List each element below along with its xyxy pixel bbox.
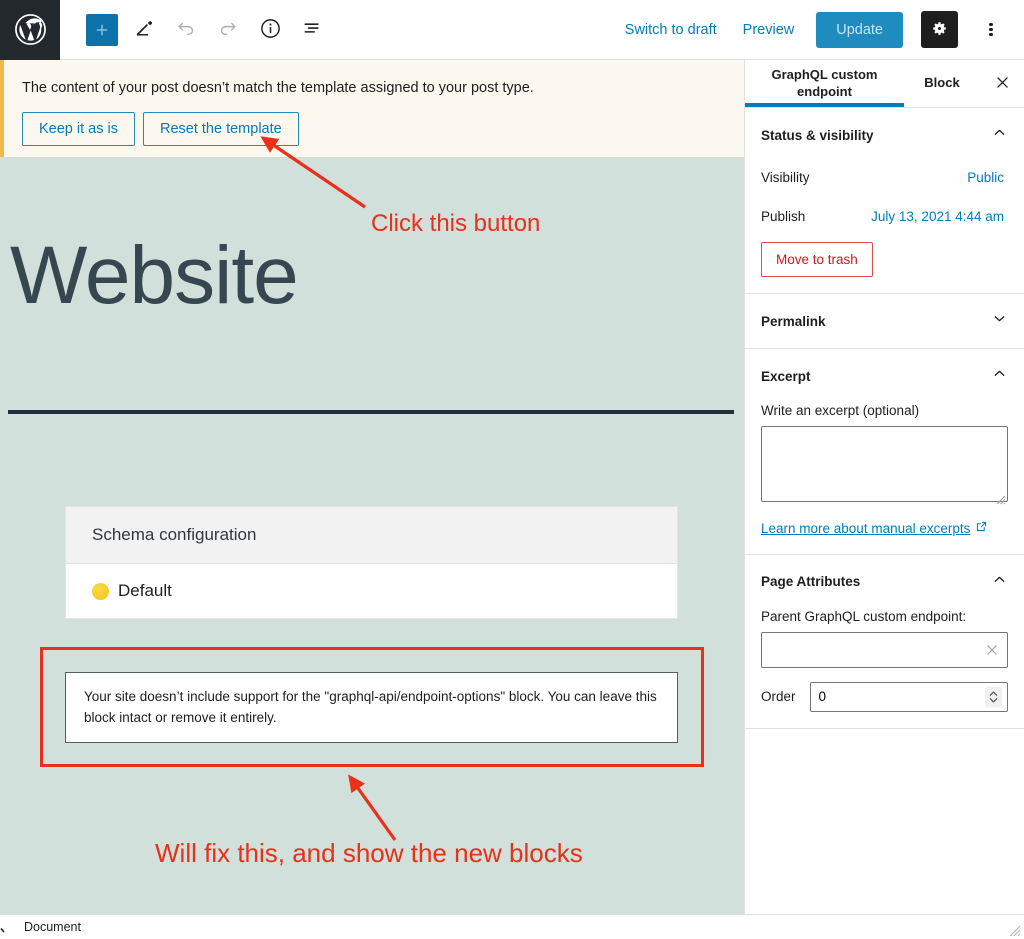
schema-configuration-body: Default	[66, 564, 677, 618]
panel-excerpt-title: Excerpt	[761, 368, 811, 384]
panel-excerpt-body: Write an excerpt (optional) Learn more a…	[745, 403, 1024, 554]
tab-graphql-custom-endpoint[interactable]: GraphQL custom endpoint	[745, 60, 904, 107]
tab-block[interactable]: Block	[904, 60, 980, 107]
publish-row: Publish July 13, 2021 4:44 am	[761, 201, 1008, 240]
editor-toolbar: Switch to draft Preview Update	[0, 0, 1024, 60]
order-row: Order	[761, 681, 1008, 712]
move-to-trash-button[interactable]: Move to trash	[761, 242, 873, 277]
list-view-button[interactable]	[293, 11, 331, 49]
panel-excerpt-header[interactable]: Excerpt	[745, 349, 1024, 403]
editor-window: Switch to draft Preview Update The conte…	[0, 0, 1024, 939]
chevron-down-icon	[991, 310, 1008, 332]
visibility-label: Visibility	[761, 170, 810, 185]
panel-status-visibility-body: Visibility Public Publish July 13, 2021 …	[745, 162, 1024, 293]
panel-status-visibility-title: Status & visibility	[761, 127, 874, 143]
order-input[interactable]	[809, 681, 1008, 712]
sidebar-tabs: GraphQL custom endpoint Block	[745, 60, 1024, 108]
panel-permalink-header[interactable]: Permalink	[745, 294, 1024, 348]
post-title[interactable]: Website	[10, 235, 744, 317]
update-button[interactable]: Update	[816, 11, 903, 48]
excerpt-field-label: Write an excerpt (optional)	[761, 403, 920, 418]
info-icon	[259, 17, 282, 43]
document-breadcrumb-label[interactable]: Document	[24, 920, 81, 934]
redo-icon	[217, 17, 239, 42]
panel-permalink: Permalink	[745, 294, 1024, 349]
gear-icon	[930, 19, 949, 41]
template-mismatch-notice: The content of your post doesn’t match t…	[0, 60, 744, 157]
add-block-button[interactable]	[83, 11, 121, 49]
settings-button[interactable]	[921, 11, 958, 48]
chevron-up-icon	[991, 365, 1008, 387]
missing-block-warning[interactable]: Your site doesn’t include support for th…	[65, 672, 678, 743]
chevron-up-icon	[991, 124, 1008, 146]
info-button[interactable]	[251, 11, 289, 49]
order-label: Order	[761, 689, 796, 704]
panel-status-visibility: Status & visibility Visibility Public Pu…	[745, 108, 1024, 294]
preview-button[interactable]: Preview	[739, 16, 799, 44]
schema-configuration-header: Schema configuration	[66, 507, 677, 564]
schema-configuration-value: Default	[118, 581, 172, 600]
wordpress-logo-icon[interactable]	[0, 0, 60, 60]
close-x-icon[interactable]	[984, 642, 1000, 658]
notice-message: The content of your post doesn’t match t…	[22, 80, 534, 96]
parent-endpoint-label: Parent GraphQL custom endpoint:	[761, 608, 967, 624]
undo-icon	[175, 17, 197, 42]
external-link-icon	[975, 520, 988, 536]
panel-page-attributes-header[interactable]: Page Attributes	[745, 555, 1024, 609]
panel-page-attributes: Page Attributes Parent GraphQL custom en…	[745, 555, 1024, 729]
schema-configuration-block[interactable]: Schema configuration Default	[65, 506, 678, 619]
settings-sidebar: GraphQL custom endpoint Block Status & v…	[744, 60, 1024, 914]
panel-permalink-title: Permalink	[761, 313, 826, 329]
keep-it-as-is-button[interactable]: Keep it as is	[22, 112, 135, 147]
status-bar: Document	[0, 914, 1024, 939]
kebab-menu-icon	[989, 21, 993, 38]
separator-block[interactable]	[8, 410, 734, 414]
chevron-up-icon	[991, 571, 1008, 593]
missing-block-message: Your site doesn’t include support for th…	[84, 689, 657, 725]
publish-date-button[interactable]: July 13, 2021 4:44 am	[867, 207, 1008, 226]
reset-the-template-button[interactable]: Reset the template	[143, 112, 299, 147]
stepper-updown-icon[interactable]	[985, 686, 1002, 707]
list-view-icon	[301, 17, 323, 42]
pencil-icon	[133, 17, 155, 42]
panel-excerpt: Excerpt Write an excerpt (optional) Lear…	[745, 349, 1024, 555]
excerpt-textarea[interactable]	[761, 426, 1008, 502]
learn-more-excerpts-link[interactable]: Learn more about manual excerpts	[761, 520, 988, 536]
order-field-wrap	[809, 681, 1008, 712]
parent-endpoint-field-wrap	[761, 631, 1008, 668]
breadcrumb-indicator	[0, 919, 14, 939]
yellow-circle-icon	[92, 582, 109, 600]
close-icon	[994, 74, 1011, 94]
editor-canvas[interactable]: Website Schema configuration Default You…	[0, 157, 744, 914]
close-sidebar-button[interactable]	[980, 60, 1024, 107]
publish-label: Publish	[761, 209, 806, 224]
more-options-button[interactable]	[976, 11, 1006, 48]
visibility-row: Visibility Public	[761, 162, 1008, 201]
tools-pencil-button[interactable]	[125, 11, 163, 49]
visibility-value-button[interactable]: Public	[963, 168, 1008, 187]
panel-page-attributes-body: Parent GraphQL custom endpoint: Order	[745, 609, 1024, 728]
parent-endpoint-input[interactable]	[761, 631, 1008, 668]
panel-status-visibility-header[interactable]: Status & visibility	[745, 108, 1024, 162]
panel-page-attributes-title: Page Attributes	[761, 574, 861, 589]
undo-button[interactable]	[167, 11, 205, 49]
plus-icon	[86, 13, 118, 46]
redo-button[interactable]	[209, 11, 247, 49]
resize-grip-icon[interactable]	[1008, 924, 1021, 937]
learn-more-label: Learn more about manual excerpts	[761, 520, 971, 536]
switch-to-draft-button[interactable]: Switch to draft	[621, 16, 721, 44]
notice-actions: Keep it as is Reset the template	[22, 112, 728, 147]
excerpt-field-wrap	[761, 426, 1008, 507]
